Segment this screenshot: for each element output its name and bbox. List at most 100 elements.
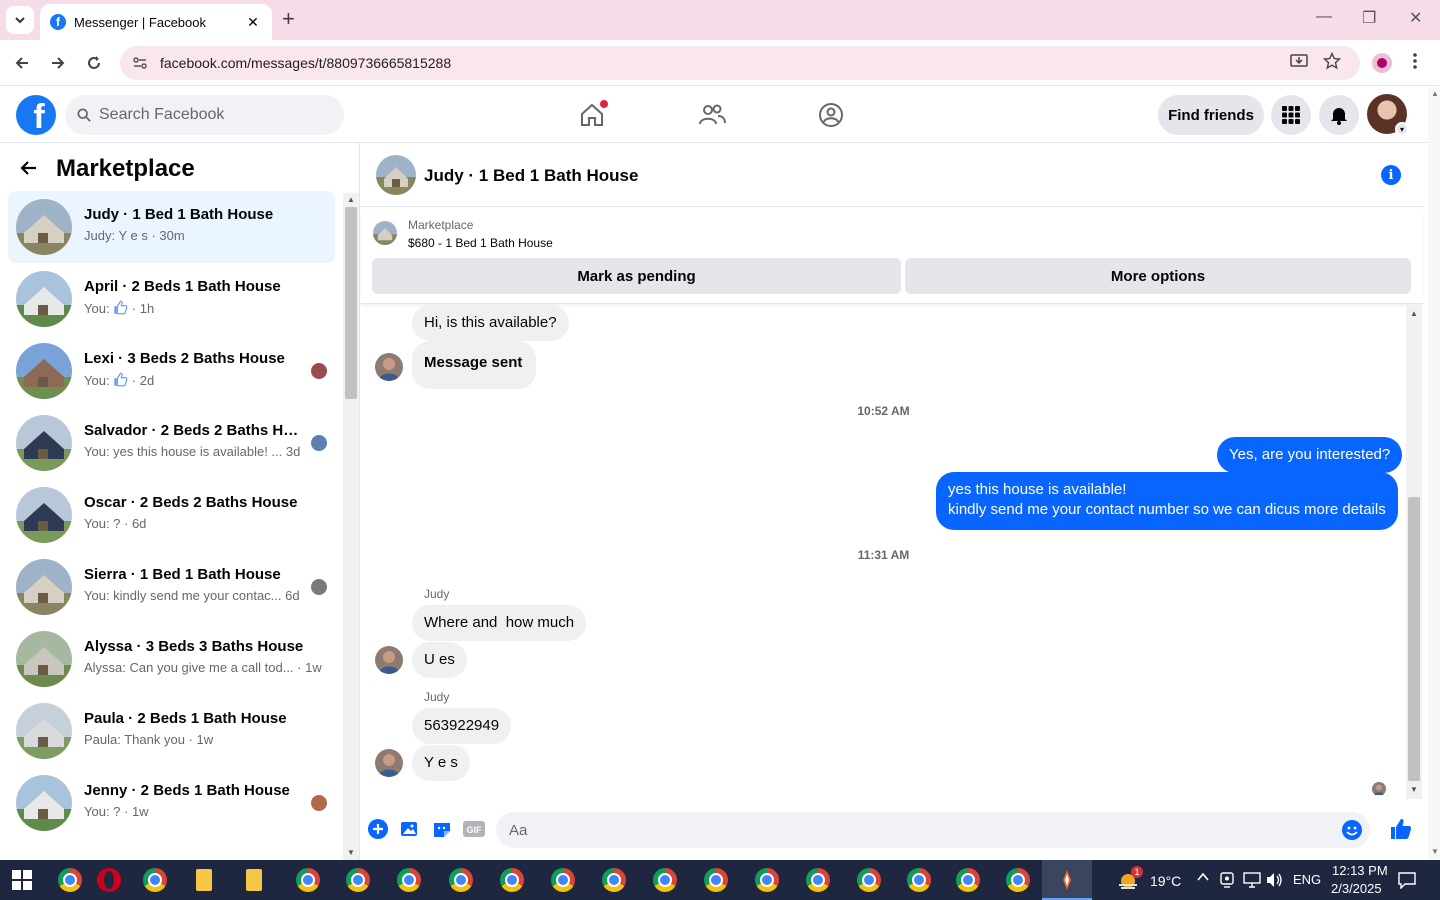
message-bubble-outgoing[interactable]: yes this house is available! kindly send…	[936, 472, 1398, 530]
scrollbar-thumb[interactable]	[345, 207, 357, 399]
scroll-up-arrow-icon[interactable]: ▲	[1410, 309, 1418, 318]
chrome-taskbar-icon[interactable]	[1006, 868, 1030, 892]
scroll-up-arrow-icon[interactable]: ▲	[1431, 89, 1439, 98]
conversation-item[interactable]: Salvador · 2 Beds 2 Baths Hou... You: yes…	[8, 407, 335, 479]
message-bubble-incoming[interactable]: Y e s	[412, 745, 470, 781]
conversation-item[interactable]: Jenny · 2 Beds 1 Bath House You: ? · 1w	[8, 767, 335, 839]
message-bubble-incoming[interactable]: U es	[412, 642, 467, 678]
conversation-item[interactable]: Oscar · 2 Beds 2 Baths House You: ? · 6d	[8, 479, 335, 551]
thread-scrollbar[interactable]: ▲ ▼	[1406, 305, 1422, 799]
forward-button[interactable]	[46, 51, 70, 75]
chrome-taskbar-icon[interactable]	[58, 868, 82, 892]
scroll-down-arrow-icon[interactable]: ▼	[1431, 847, 1439, 856]
conversation-item[interactable]: Sierra · 1 Bed 1 Bath House You: kindly s…	[8, 551, 335, 623]
notification-center-icon[interactable]	[1398, 871, 1416, 892]
sender-avatar[interactable]	[375, 749, 403, 777]
chevron-down-icon[interactable]: ▾	[1395, 122, 1409, 136]
emoji-icon[interactable]	[1342, 820, 1362, 840]
network-icon[interactable]	[1243, 872, 1261, 891]
conversation-item[interactable]: Alyssa · 3 Beds 3 Baths House Alyssa: Can…	[8, 623, 335, 695]
restore-button[interactable]: ❐	[1362, 8, 1376, 28]
message-input[interactable]: Aa	[496, 812, 1370, 848]
clock-time[interactable]: 12:13 PM	[1332, 863, 1388, 878]
clock-date[interactable]: 2/3/2025	[1331, 881, 1382, 896]
chrome-taskbar-icon[interactable]	[653, 868, 677, 892]
install-app-icon[interactable]	[1290, 52, 1308, 75]
notifications-button[interactable]	[1319, 95, 1359, 135]
scrollbar-thumb[interactable]	[1408, 497, 1420, 781]
volume-icon[interactable]	[1266, 872, 1284, 891]
gif-icon[interactable]: GIF	[463, 818, 485, 840]
chat-title[interactable]: Judy · 1 Bed 1 Bath House	[424, 166, 638, 186]
browser-profile-icon[interactable]	[1372, 53, 1392, 73]
chrome-taskbar-icon[interactable]	[143, 868, 167, 892]
browser-tab-messenger[interactable]: f Messenger | Facebook ✕	[40, 4, 272, 40]
listing-thumbnail[interactable]	[373, 221, 397, 245]
folder-taskbar-icon[interactable]	[196, 869, 212, 891]
conversation-item[interactable]: Judy · 1 Bed 1 Bath House Judy: Y e s · 3…	[8, 191, 335, 263]
menu-button[interactable]	[1271, 95, 1311, 135]
sticker-icon[interactable]	[431, 818, 453, 840]
chrome-taskbar-icon[interactable]	[806, 868, 830, 892]
windows-start-icon[interactable]	[12, 870, 32, 890]
scroll-down-arrow-icon[interactable]: ▼	[347, 848, 355, 857]
scroll-down-arrow-icon[interactable]: ▼	[1410, 785, 1418, 794]
url-text[interactable]: facebook.com/messages/t/8809736665815288	[160, 55, 451, 71]
tab-search-button[interactable]	[6, 6, 34, 34]
message-bubble-incoming[interactable]: Hi, is this available?	[412, 305, 569, 341]
facebook-search-input[interactable]: Search Facebook	[65, 95, 344, 135]
reload-button[interactable]	[82, 51, 106, 75]
chat-avatar[interactable]	[376, 155, 416, 195]
chrome-taskbar-icon[interactable]	[704, 868, 728, 892]
language-indicator[interactable]: ENG	[1293, 872, 1321, 887]
chrome-taskbar-icon[interactable]	[857, 868, 881, 892]
new-tab-button[interactable]: +	[282, 8, 295, 30]
scroll-up-arrow-icon[interactable]: ▲	[347, 195, 355, 204]
weather-temp[interactable]: 19°C	[1150, 873, 1181, 889]
chrome-taskbar-icon[interactable]	[500, 868, 524, 892]
facebook-logo[interactable]: f	[16, 95, 56, 135]
chrome-taskbar-icon[interactable]	[449, 868, 473, 892]
address-bar[interactable]: facebook.com/messages/t/8809736665815288	[120, 46, 1360, 80]
back-arrow-icon[interactable]	[20, 159, 38, 181]
folder-taskbar-icon[interactable]	[246, 869, 262, 891]
conversation-item[interactable]: Lexi · 3 Beds 2 Baths House You: · 2d	[8, 335, 335, 407]
chrome-taskbar-icon[interactable]	[755, 868, 779, 892]
message-bubble-incoming[interactable]: Where and how much	[412, 605, 587, 641]
listing-price[interactable]: $680 - 1 Bed 1 Bath House	[408, 236, 553, 250]
message-bubble-incoming[interactable]: 563922949	[412, 708, 512, 744]
browser-menu-icon[interactable]	[1412, 52, 1418, 75]
find-friends-button[interactable]: Find friends	[1158, 95, 1264, 135]
conversation-item[interactable]: April · 2 Beds 1 Bath House You: · 1h	[8, 263, 335, 335]
tab-close-icon[interactable]: ✕	[244, 14, 262, 31]
close-window-button[interactable]: ✕	[1409, 8, 1422, 28]
sender-avatar[interactable]	[375, 646, 403, 674]
message-bubble-outgoing[interactable]: Yes, are you interested?	[1217, 437, 1403, 473]
chrome-taskbar-icon[interactable]	[602, 868, 626, 892]
sender-avatar[interactable]	[375, 353, 403, 381]
more-options-button[interactable]: More options	[905, 258, 1411, 294]
opera-taskbar-icon[interactable]	[97, 868, 121, 892]
chrome-taskbar-icon[interactable]	[551, 868, 575, 892]
bookmark-star-icon[interactable]	[1322, 51, 1342, 75]
site-settings-icon[interactable]	[132, 55, 148, 71]
chevron-up-icon[interactable]	[1196, 870, 1210, 887]
message-bubble-incoming[interactable]: Message sent	[412, 341, 537, 389]
chrome-taskbar-icon[interactable]	[296, 868, 320, 892]
photo-icon[interactable]	[399, 818, 421, 840]
plus-circle-icon[interactable]	[367, 818, 389, 840]
chrome-taskbar-icon[interactable]	[346, 868, 370, 892]
conversation-item[interactable]: Paula · 2 Beds 1 Bath House Paula: Thank …	[8, 695, 335, 767]
active-taskbar-app[interactable]	[1042, 860, 1092, 900]
nav-groups[interactable]	[811, 97, 851, 133]
page-scrollbar[interactable]: ▲ ▼	[1428, 87, 1440, 860]
chrome-taskbar-icon[interactable]	[397, 868, 421, 892]
chrome-taskbar-icon[interactable]	[907, 868, 931, 892]
chrome-taskbar-icon[interactable]	[956, 868, 980, 892]
nav-friends[interactable]	[692, 97, 732, 133]
mark-as-pending-button[interactable]: Mark as pending	[372, 258, 901, 294]
info-icon[interactable]: i	[1381, 165, 1401, 185]
back-button[interactable]	[10, 51, 34, 75]
thumbs-up-icon[interactable]	[1388, 816, 1414, 842]
minimize-button[interactable]: —	[1316, 8, 1332, 26]
